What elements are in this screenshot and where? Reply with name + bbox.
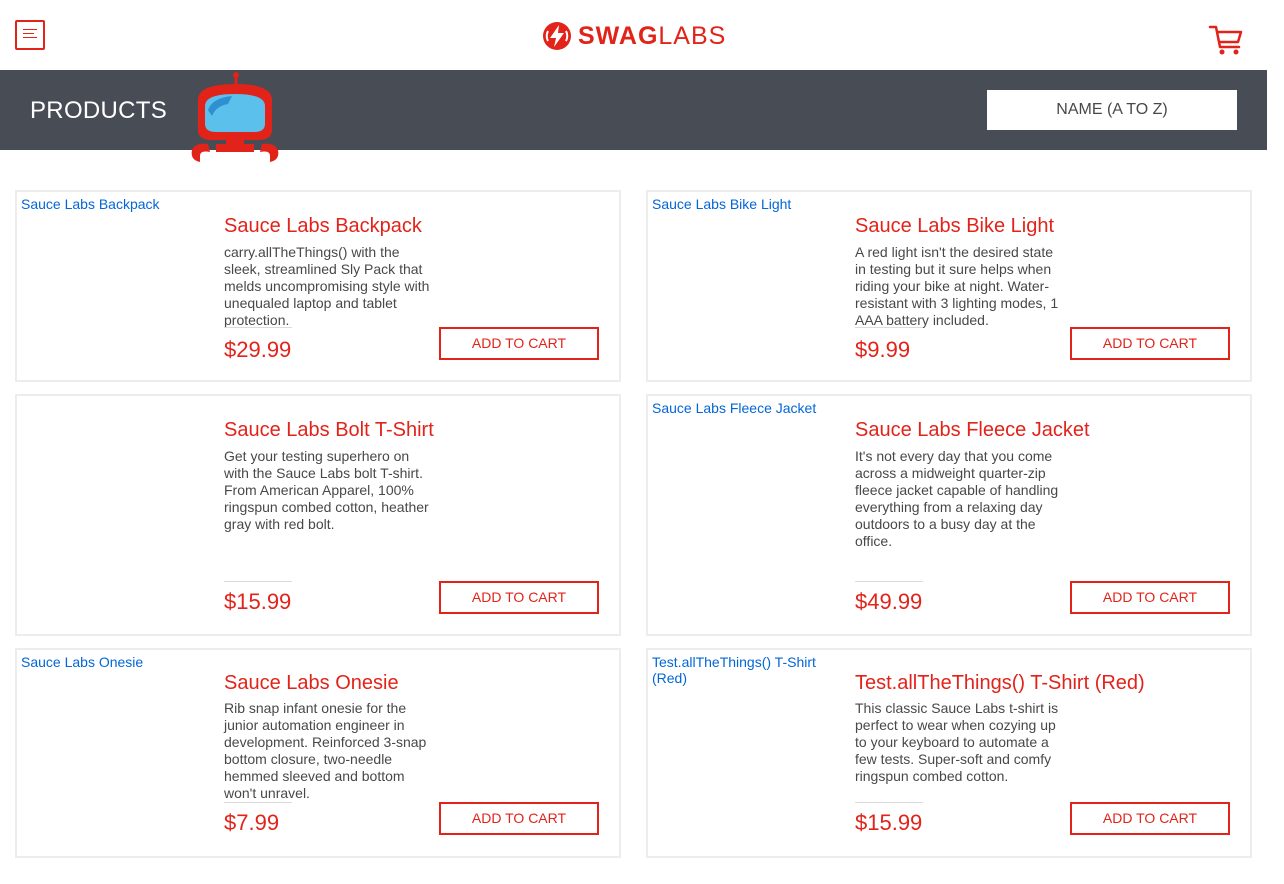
item-description: carry.allTheThings() with the sleek, str… [224,244,430,328]
inventory-item: Sauce Labs Backpack Sauce Labs Backpack … [15,190,621,382]
hamburger-icon-line [23,37,37,38]
app-header: SWAGLABS [0,0,1267,70]
robot-mascot-icon [191,72,279,162]
add-to-cart-button[interactable]: ADD TO CART [439,327,599,360]
item-description: A red light isn't the desired state in t… [855,244,1059,328]
logo-text-bold: SWAG [578,22,659,50]
logo-text-light: LABS [658,22,727,50]
item-name-link[interactable]: Sauce Labs Backpack [224,214,422,238]
hamburger-icon-line [23,33,34,34]
item-price: $15.99 [855,810,923,835]
item-image-link[interactable]: Sauce Labs Onesie [21,654,211,670]
inventory-item: Sauce Labs Bike Light Sauce Labs Bike Li… [646,190,1252,382]
item-description: This classic Sauce Labs t-shirt is perfe… [855,700,1059,784]
item-price: $29.99 [224,337,292,362]
item-price: $7.99 [224,810,280,835]
item-name-link[interactable]: Sauce Labs Fleece Jacket [855,418,1090,442]
price-divider [224,327,292,328]
item-image-link[interactable]: Test.allTheThings() T-Shirt (Red) [652,654,842,686]
add-to-cart-button[interactable]: ADD TO CART [439,581,599,614]
price-divider [224,802,292,803]
item-price: $9.99 [855,337,911,362]
price-divider [855,327,923,328]
item-image-link[interactable]: Sauce Labs Bike Light [652,196,842,212]
logo-text: SWAGLABS [578,20,726,52]
inventory-item: Sauce Labs Onesie Sauce Labs Onesie Rib … [15,648,621,858]
sort-dropdown[interactable]: NAME (A TO Z) [987,90,1237,130]
add-to-cart-button[interactable]: ADD TO CART [439,802,599,835]
price-divider [855,802,923,803]
inventory-item: Sauce Labs Bolt T-Shirt Get your testing… [15,394,621,636]
item-name-link[interactable]: Sauce Labs Bike Light [855,214,1054,238]
price-divider [855,581,923,582]
item-description: Get your testing superhero on with the S… [224,448,429,532]
price-divider [224,581,292,582]
item-price: $49.99 [855,589,923,614]
add-to-cart-button[interactable]: ADD TO CART [1070,581,1230,614]
item-description: Rib snap infant onesie for the junior au… [224,700,427,801]
item-name-link[interactable]: Sauce Labs Bolt T-Shirt [224,418,434,442]
page-title: PRODUCTS [30,97,168,124]
item-description: It's not every day that you come across … [855,448,1059,549]
swag-labs-logo: SWAGLABS [542,20,726,52]
inventory-item: Test.allTheThings() T-Shirt (Red) Test.a… [646,648,1252,858]
item-name-link[interactable]: Sauce Labs Onesie [224,671,399,695]
inventory-item: Sauce Labs Fleece Jacket Sauce Labs Flee… [646,394,1252,636]
hamburger-icon [23,29,37,30]
shopping-cart-icon[interactable] [1208,23,1244,57]
lightning-logo-icon [543,22,571,50]
add-to-cart-button[interactable]: ADD TO CART [1070,327,1230,360]
item-price: $15.99 [224,589,292,614]
menu-button[interactable] [15,20,45,50]
item-image-link[interactable]: Sauce Labs Backpack [21,196,211,212]
item-image-link[interactable]: Sauce Labs Fleece Jacket [652,400,842,416]
item-name-link[interactable]: Test.allTheThings() T-Shirt (Red) [855,671,1145,695]
add-to-cart-button[interactable]: ADD TO CART [1070,802,1230,835]
